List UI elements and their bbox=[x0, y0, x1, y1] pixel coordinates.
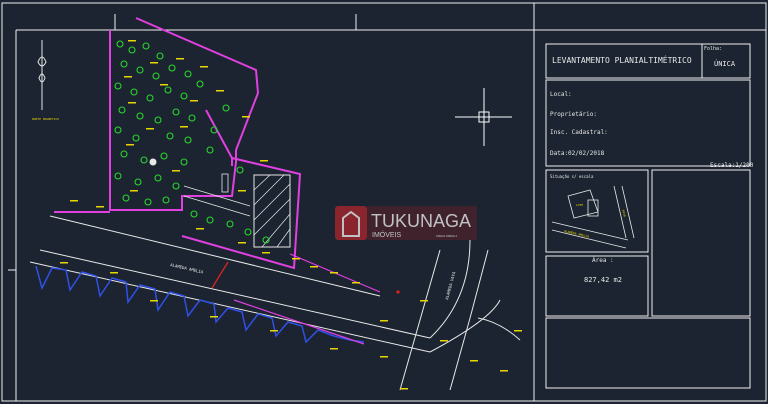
hatched-structure bbox=[253, 174, 291, 248]
location-minimap bbox=[551, 185, 635, 249]
grid-markers bbox=[8, 14, 357, 271]
mini-lot-label: LOTE bbox=[576, 203, 583, 207]
north-note: NORTE MAGNETICO bbox=[32, 117, 59, 121]
cadastral-field: Insc. Cadastral: bbox=[550, 129, 608, 136]
area-label: Área : bbox=[592, 257, 614, 264]
date-field: Data:02/02/2018 bbox=[550, 150, 605, 157]
survey-point-icon bbox=[149, 158, 157, 166]
curb-line bbox=[233, 299, 365, 345]
street-alameda-vaya bbox=[399, 249, 521, 391]
drawing-title: LEVANTAMENTO PLANIALTIMÉTRICO bbox=[552, 54, 692, 65]
watermark-sub: IMÓVEIS bbox=[372, 230, 402, 239]
mini-side-label: VAYA bbox=[621, 209, 627, 217]
lot-boundary bbox=[54, 17, 302, 270]
entry-marker bbox=[211, 261, 229, 289]
vegetation-trees bbox=[114, 40, 270, 244]
north-arrow-icon bbox=[37, 40, 47, 110]
watermark-logo: TUKUNAGA IMÓVEIS CRECI 00000-J bbox=[335, 206, 477, 240]
title-block bbox=[545, 43, 751, 389]
street-main-label: ALAMEDA AMELIA bbox=[170, 262, 205, 275]
street-side-label: ALAMEDA VAYA bbox=[444, 270, 456, 300]
sheet-value: ÚNICA bbox=[714, 59, 736, 68]
scale-field: Escala:1/200 bbox=[710, 162, 754, 169]
sheet-label: Folha: bbox=[704, 46, 722, 52]
local-field: Local: bbox=[550, 91, 572, 98]
watermark-brand: TUKUNAGA bbox=[371, 211, 471, 231]
watermark-tag: CRECI 00000-J bbox=[436, 234, 458, 238]
point-marker bbox=[396, 290, 400, 294]
sidewalk bbox=[35, 265, 365, 344]
crosshair-cursor-icon bbox=[455, 88, 512, 146]
cad-drawing-canvas[interactable]: NORTE MAGNETICO ALAMEDA AMELIA ALAMEDA V… bbox=[0, 0, 768, 404]
location-label: Situação s/ escala bbox=[550, 174, 594, 179]
area-value: 827,42 m2 bbox=[584, 276, 622, 284]
owner-field: Proprietário: bbox=[550, 111, 597, 118]
